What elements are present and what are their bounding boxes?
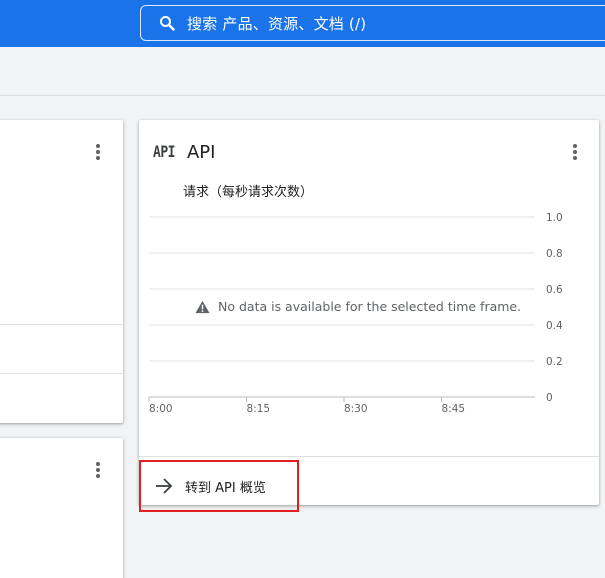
no-data-message: No data is available for the selected ti… [195, 299, 521, 314]
top-app-bar: 搜索 产品、资源、文档 (/) [0, 0, 605, 47]
api-icon: API [153, 143, 175, 162]
no-data-text: No data is available for the selected ti… [218, 299, 522, 314]
toolbar [0, 47, 605, 96]
arrow-forward-icon [156, 478, 173, 494]
search-icon [160, 16, 175, 31]
card-divider [0, 373, 123, 374]
go-to-api-overview-label: 转到 API 概览 [185, 480, 266, 496]
y-tick-label: 0.6 [546, 284, 563, 296]
card-footer-divider [139, 456, 599, 457]
y-tick-label: 0.2 [546, 356, 563, 368]
more-vert-icon[interactable] [565, 142, 585, 162]
x-tick-label: 8:00 [149, 403, 173, 415]
y-tick-label: 1.0 [546, 212, 563, 224]
warning-icon [195, 300, 210, 313]
card-divider [0, 324, 123, 325]
x-tick-label: 8:30 [344, 403, 368, 415]
dashboard-card-left-lower [0, 438, 123, 578]
more-vert-icon[interactable] [88, 460, 108, 480]
more-vert-icon[interactable] [88, 142, 108, 162]
api-card: API API 请求（每秒请求次数） 1.0 0.8 0.6 0.4 0.2 0 8:00 8… [139, 120, 599, 512]
y-tick-label: 0.4 [546, 320, 563, 332]
card-title: API [186, 142, 216, 163]
x-tick-label: 8:45 [442, 403, 466, 415]
chart-title: 请求（每秒请求次数） [183, 185, 314, 200]
search-placeholder: 搜索 产品、资源、文档 (/) [187, 14, 367, 33]
y-tick-label: 0 [546, 392, 553, 404]
dashboard-card-left [0, 120, 123, 423]
go-to-api-overview-link[interactable]: 转到 API 概览 [139, 460, 299, 512]
api-card-header: API API [153, 142, 215, 163]
search-bar[interactable]: 搜索 产品、资源、文档 (/) [140, 5, 605, 41]
x-tick-label: 8:15 [247, 403, 271, 415]
y-tick-label: 0.8 [546, 248, 563, 260]
